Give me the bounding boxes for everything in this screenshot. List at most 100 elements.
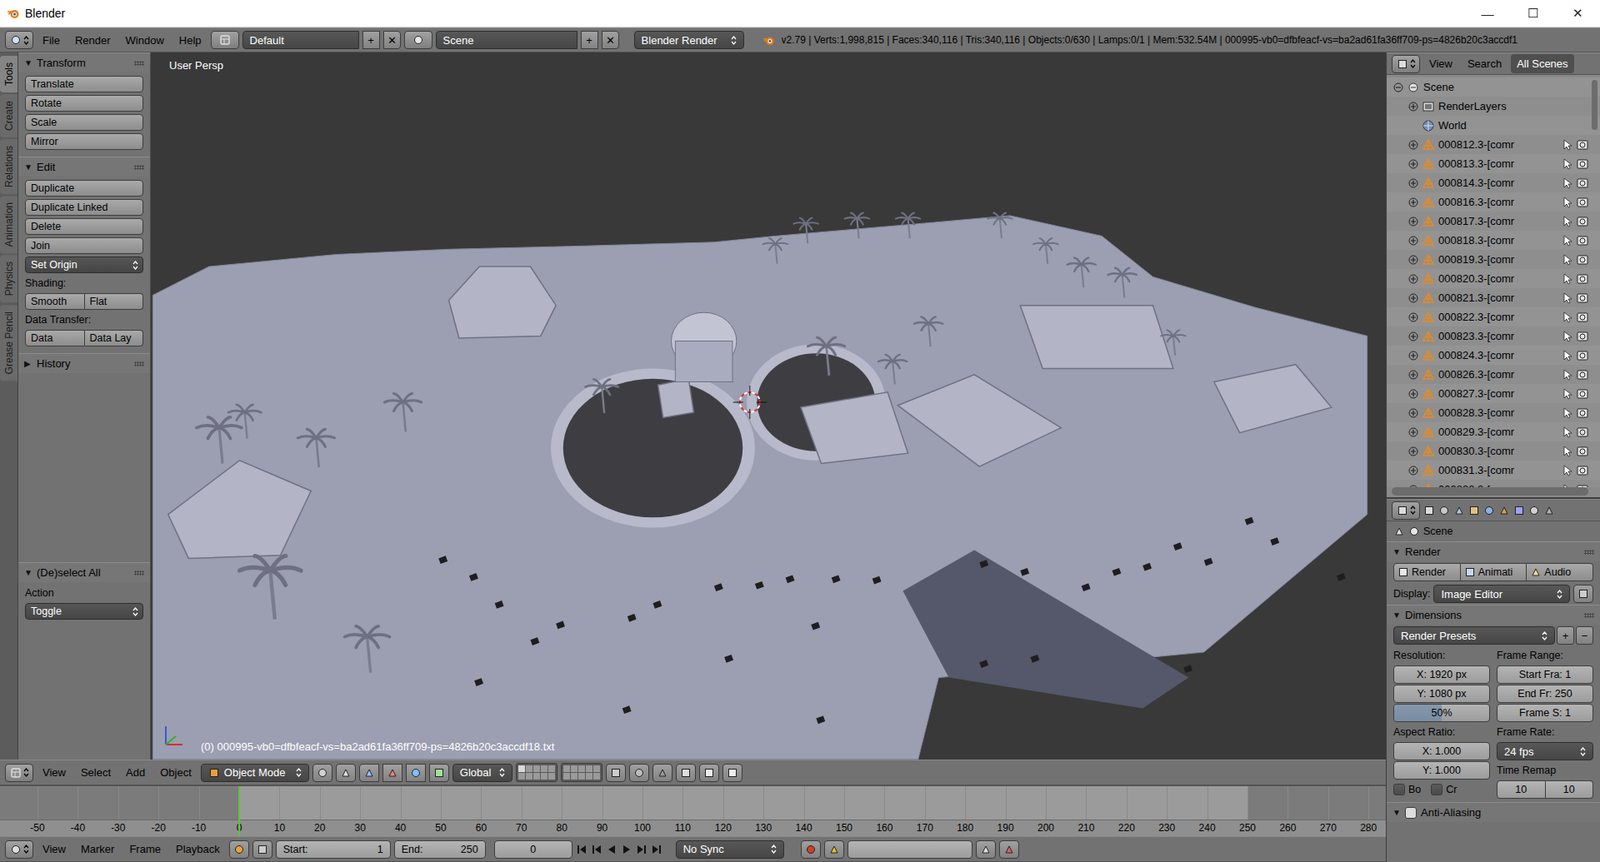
menu-item[interactable]: Render (69, 32, 117, 49)
outliner-label[interactable]: 000820.3-[comr (1438, 272, 1559, 285)
outliner-label[interactable]: 000819.3-[comr (1438, 253, 1559, 266)
layer-cell[interactable] (578, 765, 585, 773)
tool-button[interactable]: Duplicate (25, 180, 144, 197)
layers-grid[interactable] (515, 763, 558, 783)
rotate-manipulator[interactable] (405, 764, 426, 783)
render-camera-icon[interactable] (1576, 388, 1589, 400)
render-camera-icon[interactable] (1576, 465, 1589, 477)
layer-cell[interactable] (525, 773, 533, 780)
menu-item[interactable]: Object (154, 765, 198, 781)
frame-step-field[interactable]: Frame S: 1 (1496, 704, 1594, 723)
tool-button[interactable]: Duplicate Linked (25, 199, 144, 216)
menu-item[interactable]: View (1423, 55, 1459, 72)
panel-arrow[interactable]: ▼ (24, 58, 33, 68)
mode-dropdown[interactable]: Object Mode (200, 764, 310, 783)
render-button[interactable]: Animati (1460, 563, 1528, 582)
render-camera-icon[interactable] (1576, 158, 1589, 170)
expand-icon[interactable] (1408, 216, 1419, 227)
layer-cell[interactable] (548, 765, 555, 773)
remove-button[interactable]: ✕ (601, 30, 620, 50)
render-presets-dropdown[interactable]: Render Presets (1393, 626, 1555, 645)
outliner-label[interactable]: World (1438, 119, 1589, 132)
expand-icon[interactable] (1408, 274, 1419, 285)
panel-header[interactable]: ▼Edit (18, 156, 150, 177)
end-frame-field[interactable]: End Fr: 250 (1496, 685, 1594, 704)
drag-handle[interactable] (1584, 613, 1595, 619)
panel-header[interactable]: ▼Transform (18, 52, 150, 73)
tool-tab[interactable]: Create (0, 94, 18, 138)
tool-button[interactable]: Delete (25, 218, 144, 235)
start-frame-field[interactable]: Start:1 (275, 840, 391, 860)
render-camera-icon[interactable] (1576, 235, 1589, 247)
outliner-label[interactable]: 000817.3-[comr (1438, 215, 1559, 228)
render-camera-icon[interactable] (1576, 426, 1589, 439)
layer-cell[interactable] (570, 765, 578, 773)
scrollbar[interactable] (1591, 80, 1598, 130)
dropdown[interactable]: Toggle (25, 603, 144, 620)
expand-icon[interactable] (1408, 235, 1419, 246)
render-camera-icon[interactable] (1576, 407, 1589, 420)
tool-button[interactable]: Flat (85, 293, 145, 310)
expand-icon[interactable] (1408, 370, 1419, 380)
outliner-row[interactable]: 000824.3-[comr (1386, 345, 1600, 365)
tool-button[interactable]: Mirror (25, 133, 144, 150)
outliner-label[interactable]: 000830.3-[comr (1438, 445, 1559, 458)
orientation-dropdown[interactable]: Global (452, 764, 513, 783)
outliner-label[interactable]: 000814.3-[comr (1438, 176, 1559, 190)
expand-icon[interactable] (1408, 389, 1419, 400)
drag-handle[interactable] (1584, 550, 1595, 555)
outliner-row[interactable]: 000821.3-[comr (1386, 288, 1600, 308)
outliner-row[interactable]: 000828.3-[comr (1386, 403, 1600, 423)
layer-cell[interactable] (578, 773, 585, 780)
frame-rate-dropdown[interactable]: 24 fps (1496, 742, 1594, 761)
drag-handle[interactable] (134, 361, 145, 367)
menu-item[interactable]: Search (1461, 55, 1508, 72)
outliner-label[interactable]: 000827.3-[comr (1438, 387, 1559, 400)
outliner-row[interactable]: World (1386, 115, 1600, 135)
expand-icon[interactable] (1408, 408, 1419, 419)
tool-tab[interactable]: Tools (0, 55, 18, 93)
jump-start-icon[interactable] (575, 844, 588, 856)
drag-handle[interactable] (134, 60, 145, 66)
selectable-cursor-icon[interactable] (1561, 445, 1574, 458)
panel-arrow[interactable]: ▼ (24, 568, 33, 578)
tool-tab[interactable]: Animation (0, 195, 18, 254)
layer-cell[interactable] (563, 765, 570, 773)
tool-button[interactable]: Join (25, 237, 144, 255)
remove-preset-button[interactable]: − (1575, 626, 1594, 645)
layer-cell[interactable] (570, 773, 578, 780)
outliner-label[interactable]: 000831.3-[comr (1438, 464, 1559, 477)
expand-icon[interactable] (1408, 101, 1419, 112)
lock-button[interactable] (605, 764, 626, 783)
outliner-row[interactable]: 000832.3-[comr (1386, 480, 1600, 488)
expand-icon[interactable] (1408, 140, 1419, 150)
remove-button[interactable]: ✕ (383, 30, 401, 50)
insert-key-button[interactable] (975, 840, 996, 860)
outliner-row[interactable]: 000823.3-[comr (1386, 326, 1600, 346)
selectable-cursor-icon[interactable] (1561, 196, 1574, 209)
outliner-label[interactable]: 000828.3-[comr (1438, 406, 1559, 420)
keying-button[interactable] (824, 840, 845, 860)
expand-icon[interactable] (1408, 178, 1419, 189)
panel-header[interactable]: ▼(De)select All (18, 562, 150, 583)
drag-handle[interactable] (134, 165, 145, 170)
layer-cell[interactable] (525, 765, 533, 773)
render-camera-icon[interactable] (1576, 330, 1589, 343)
add-preset-button[interactable]: + (1556, 626, 1575, 645)
border-checkbox[interactable] (1393, 784, 1405, 796)
current-frame-field[interactable]: 0 (494, 840, 573, 860)
render-camera-icon[interactable] (1576, 350, 1589, 362)
outliner-label[interactable]: RenderLayers (1438, 100, 1589, 113)
collapse-icon[interactable] (1393, 82, 1404, 93)
render-camera-icon[interactable] (1576, 484, 1589, 489)
outliner-label[interactable]: Scene (1423, 80, 1589, 94)
outliner-row[interactable]: 000831.3-[comr (1386, 460, 1600, 480)
play-reverse-icon[interactable] (605, 844, 618, 856)
tool-button[interactable]: Data (25, 330, 85, 347)
playhead[interactable] (238, 786, 240, 837)
menu-item[interactable]: Add (120, 765, 151, 781)
close-button[interactable]: ✕ (1555, 0, 1600, 28)
outliner-label[interactable]: 000812.3-[comr (1438, 138, 1559, 151)
outliner-row[interactable]: 000827.3-[comr (1386, 384, 1600, 404)
outliner-row[interactable]: 000814.3-[comr (1386, 173, 1600, 193)
